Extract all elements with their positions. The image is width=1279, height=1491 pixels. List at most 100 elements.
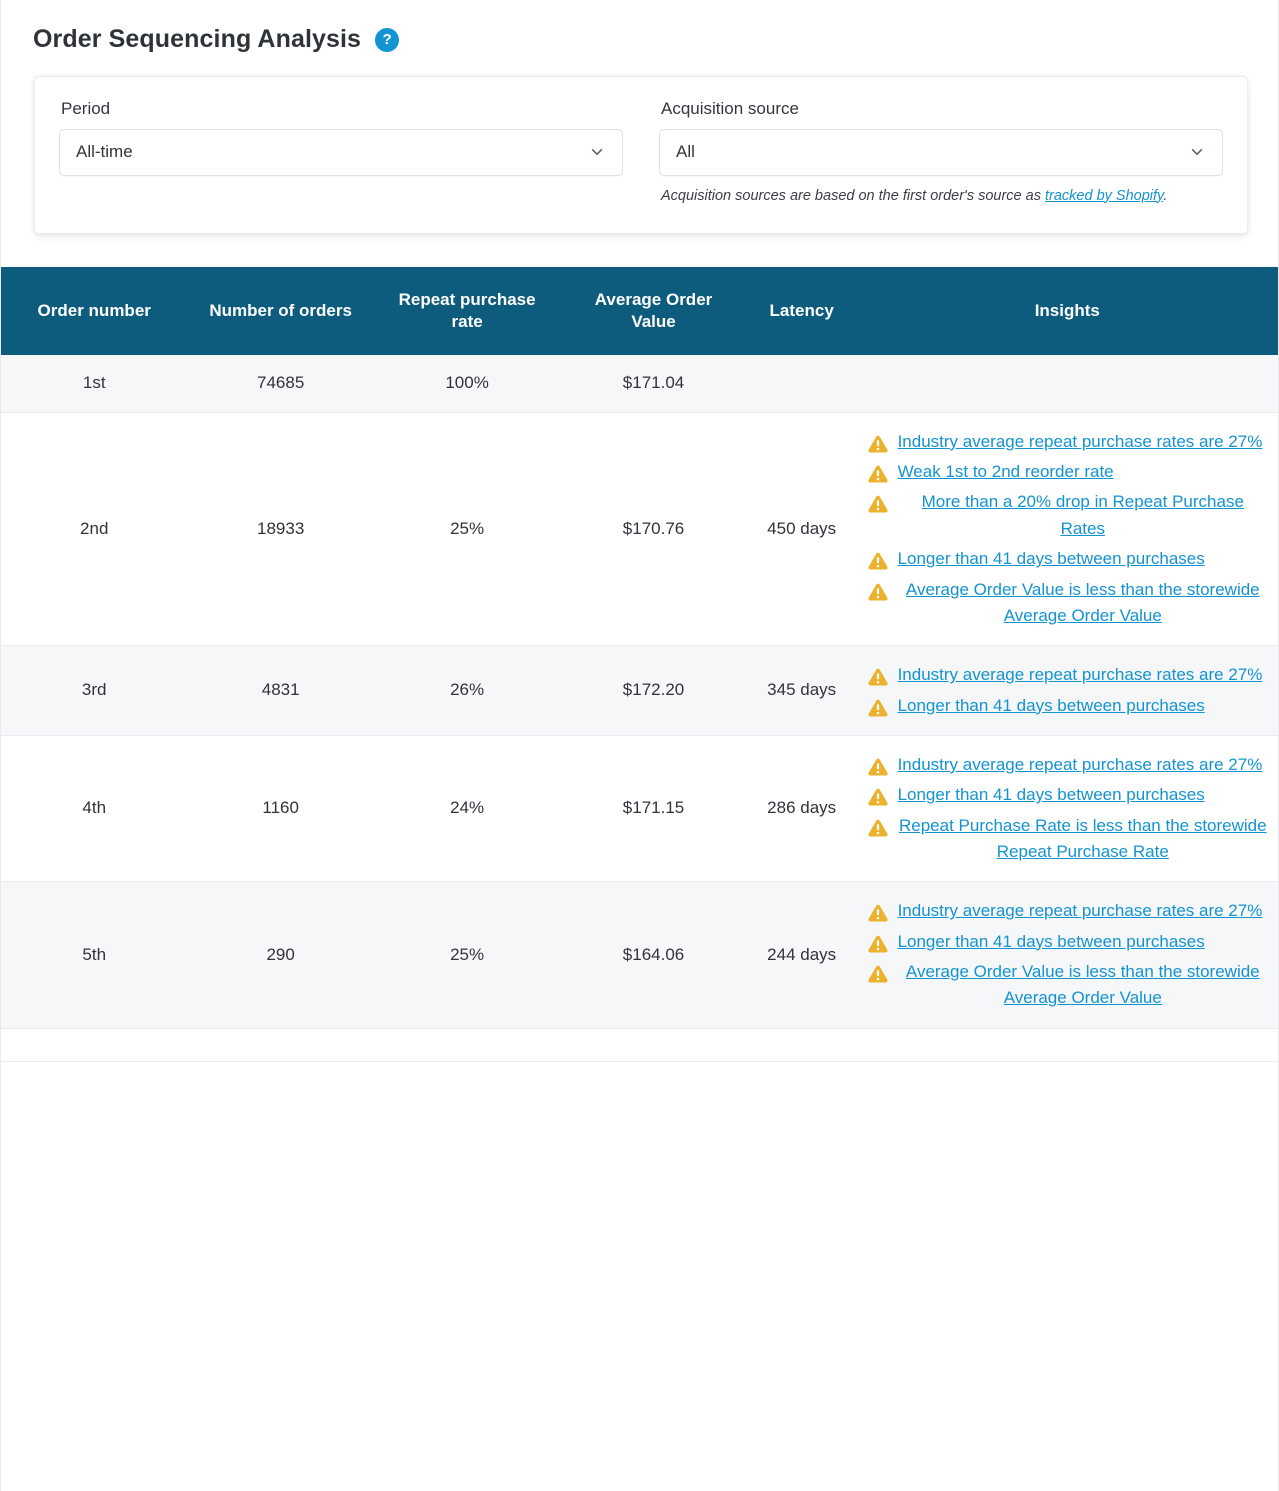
warning-triangle-icon [867, 786, 889, 808]
insight-link[interactable]: Industry average repeat purchase rates a… [898, 898, 1263, 924]
warning-triangle-icon [867, 493, 889, 515]
acquisition-source-select-value: All [676, 142, 695, 161]
page-title: Order Sequencing Analysis [33, 25, 362, 53]
warning-triangle-icon [867, 933, 889, 955]
column-header-order-number: Order number [1, 266, 188, 356]
period-select[interactable]: All-time [59, 128, 623, 176]
cell-latency: 244 days [746, 881, 857, 1029]
table-body: 1st 74685 100% $171.04 2nd 18933 25% $170.76 450… [1, 355, 1278, 1062]
cell-empty [856, 1028, 1278, 1062]
warning-triangle-icon [867, 433, 889, 455]
insight-link[interactable]: Longer than 41 days between purchases [898, 929, 1205, 955]
insight-item: Weak 1st to 2nd reorder rate [867, 459, 1268, 485]
warning-triangle-icon [867, 463, 889, 485]
acquisition-source-select[interactable]: All [659, 128, 1223, 176]
warning-triangle-icon [867, 817, 889, 839]
insight-link[interactable]: Industry average repeat purchase rates a… [898, 662, 1263, 688]
insight-link[interactable]: Repeat Purchase Rate is less than the st… [898, 813, 1268, 866]
column-header-latency: Latency [746, 266, 857, 356]
warning-triangle-icon [867, 963, 889, 985]
table-row: 2nd 18933 25% $170.76 450 days Industry avera… [1, 412, 1278, 647]
warning-triangle-icon [867, 697, 889, 719]
insight-list: Industry average repeat purchase rates a… [867, 898, 1268, 1011]
insight-link[interactable]: More than a 20% drop in Repeat Purchase … [898, 489, 1268, 542]
period-label: Period [61, 98, 111, 118]
column-header-average-order-value: Average Order Value [560, 266, 747, 356]
chevron-down-icon [590, 145, 604, 159]
warning-triangle-icon [867, 550, 889, 572]
cell-order-number: 2nd [1, 412, 188, 647]
insight-item: Longer than 41 days between purchases [867, 782, 1268, 808]
table-row: 4th 1160 24% $171.15 286 days Industry averag… [1, 735, 1278, 883]
insight-item: Industry average repeat purchase rates a… [867, 662, 1268, 688]
warning-triangle-icon [867, 902, 889, 924]
table-row: 3rd 4831 26% $172.20 345 days Industry averag… [1, 645, 1278, 736]
table-head: Order number Number of orders Repeat pur… [1, 266, 1278, 356]
period-filter-group: Period All-time [59, 99, 623, 207]
order-sequencing-table-wrapper: Order number Number of orders Repeat pur… [1, 266, 1278, 1062]
cell-order-number: 3rd [1, 645, 188, 736]
insight-item: Industry average repeat purchase rates a… [867, 429, 1268, 455]
cell-insights: Industry average repeat purchase rates a… [856, 735, 1278, 883]
cell-repeat-purchase-rate: 100% [373, 355, 561, 413]
question-mark-circle-icon[interactable]: ? [375, 27, 400, 52]
cell-latency [746, 355, 857, 413]
cell-number-of-orders: 74685 [187, 355, 374, 413]
cell-latency: 286 days [746, 735, 857, 883]
cell-empty [187, 1028, 374, 1062]
insight-item: Average Order Value is less than the sto… [867, 577, 1268, 630]
insight-list: Industry average repeat purchase rates a… [867, 662, 1268, 719]
insight-item: More than a 20% drop in Repeat Purchase … [867, 489, 1268, 542]
insight-link[interactable]: Industry average repeat purchase rates a… [898, 752, 1263, 778]
cell-number-of-orders: 18933 [187, 412, 374, 647]
insight-list: Industry average repeat purchase rates a… [867, 752, 1268, 865]
cell-repeat-purchase-rate: 24% [373, 735, 561, 883]
insight-item: Industry average repeat purchase rates a… [867, 898, 1268, 924]
cell-average-order-value: $171.15 [560, 735, 747, 883]
cell-empty [560, 1028, 747, 1062]
warning-triangle-icon [867, 756, 889, 778]
page-header: Order Sequencing Analysis ? [1, 0, 1278, 76]
insight-item: Average Order Value is less than the sto… [867, 959, 1268, 1012]
cell-latency: 450 days [746, 412, 857, 647]
order-sequencing-analysis-page: Order Sequencing Analysis ? Period All-t… [0, 0, 1279, 1491]
table-row [1, 1028, 1278, 1062]
insight-link[interactable]: Average Order Value is less than the sto… [898, 577, 1268, 630]
cell-number-of-orders: 1160 [187, 735, 374, 883]
insight-link[interactable]: Longer than 41 days between purchases [898, 782, 1205, 808]
acquisition-source-label: Acquisition source [661, 98, 799, 118]
cell-order-number: 4th [1, 735, 188, 883]
cell-order-number: 1st [1, 355, 188, 413]
insight-link[interactable]: Longer than 41 days between purchases [898, 546, 1205, 572]
cell-empty [1, 1028, 188, 1062]
tracked-by-shopify-link[interactable]: tracked by Shopify [1045, 188, 1163, 204]
cell-insights: Industry average repeat purchase rates a… [856, 412, 1278, 647]
order-sequencing-table: Order number Number of orders Repeat pur… [1, 266, 1278, 1062]
cell-order-number: 5th [1, 881, 188, 1029]
cell-average-order-value: $172.20 [560, 645, 747, 736]
helper-prefix: Acquisition sources are based on the fir… [661, 187, 1045, 204]
column-header-repeat-purchase-rate: Repeat purchase rate [373, 266, 561, 356]
table-row: 5th 290 25% $164.06 244 days Industry average… [1, 881, 1278, 1029]
insight-item: Industry average repeat purchase rates a… [867, 752, 1268, 778]
acquisition-source-filter-group: Acquisition source All Acquisition sourc… [659, 99, 1223, 207]
column-header-insights: Insights [856, 266, 1278, 356]
cell-repeat-purchase-rate: 26% [373, 645, 561, 736]
cell-number-of-orders: 4831 [187, 645, 374, 736]
cell-average-order-value: $164.06 [560, 881, 747, 1029]
insight-item: Longer than 41 days between purchases [867, 546, 1268, 572]
cell-insights: Industry average repeat purchase rates a… [856, 881, 1278, 1029]
cell-insights [856, 355, 1278, 413]
acquisition-source-helper-text: Acquisition sources are based on the fir… [661, 185, 1221, 207]
cell-number-of-orders: 290 [187, 881, 374, 1029]
table-row: 1st 74685 100% $171.04 [1, 355, 1278, 413]
insight-link[interactable]: Average Order Value is less than the sto… [898, 959, 1268, 1012]
filters-panel: Period All-time Acquisition source All A… [34, 75, 1248, 234]
insight-link[interactable]: Industry average repeat purchase rates a… [898, 429, 1263, 455]
insight-link[interactable]: Weak 1st to 2nd reorder rate [898, 459, 1114, 485]
chevron-down-icon [1190, 145, 1204, 159]
insight-link[interactable]: Longer than 41 days between purchases [898, 693, 1205, 719]
cell-repeat-purchase-rate: 25% [373, 881, 561, 1029]
column-header-number-of-orders: Number of orders [187, 266, 374, 356]
cell-repeat-purchase-rate: 25% [373, 412, 561, 647]
